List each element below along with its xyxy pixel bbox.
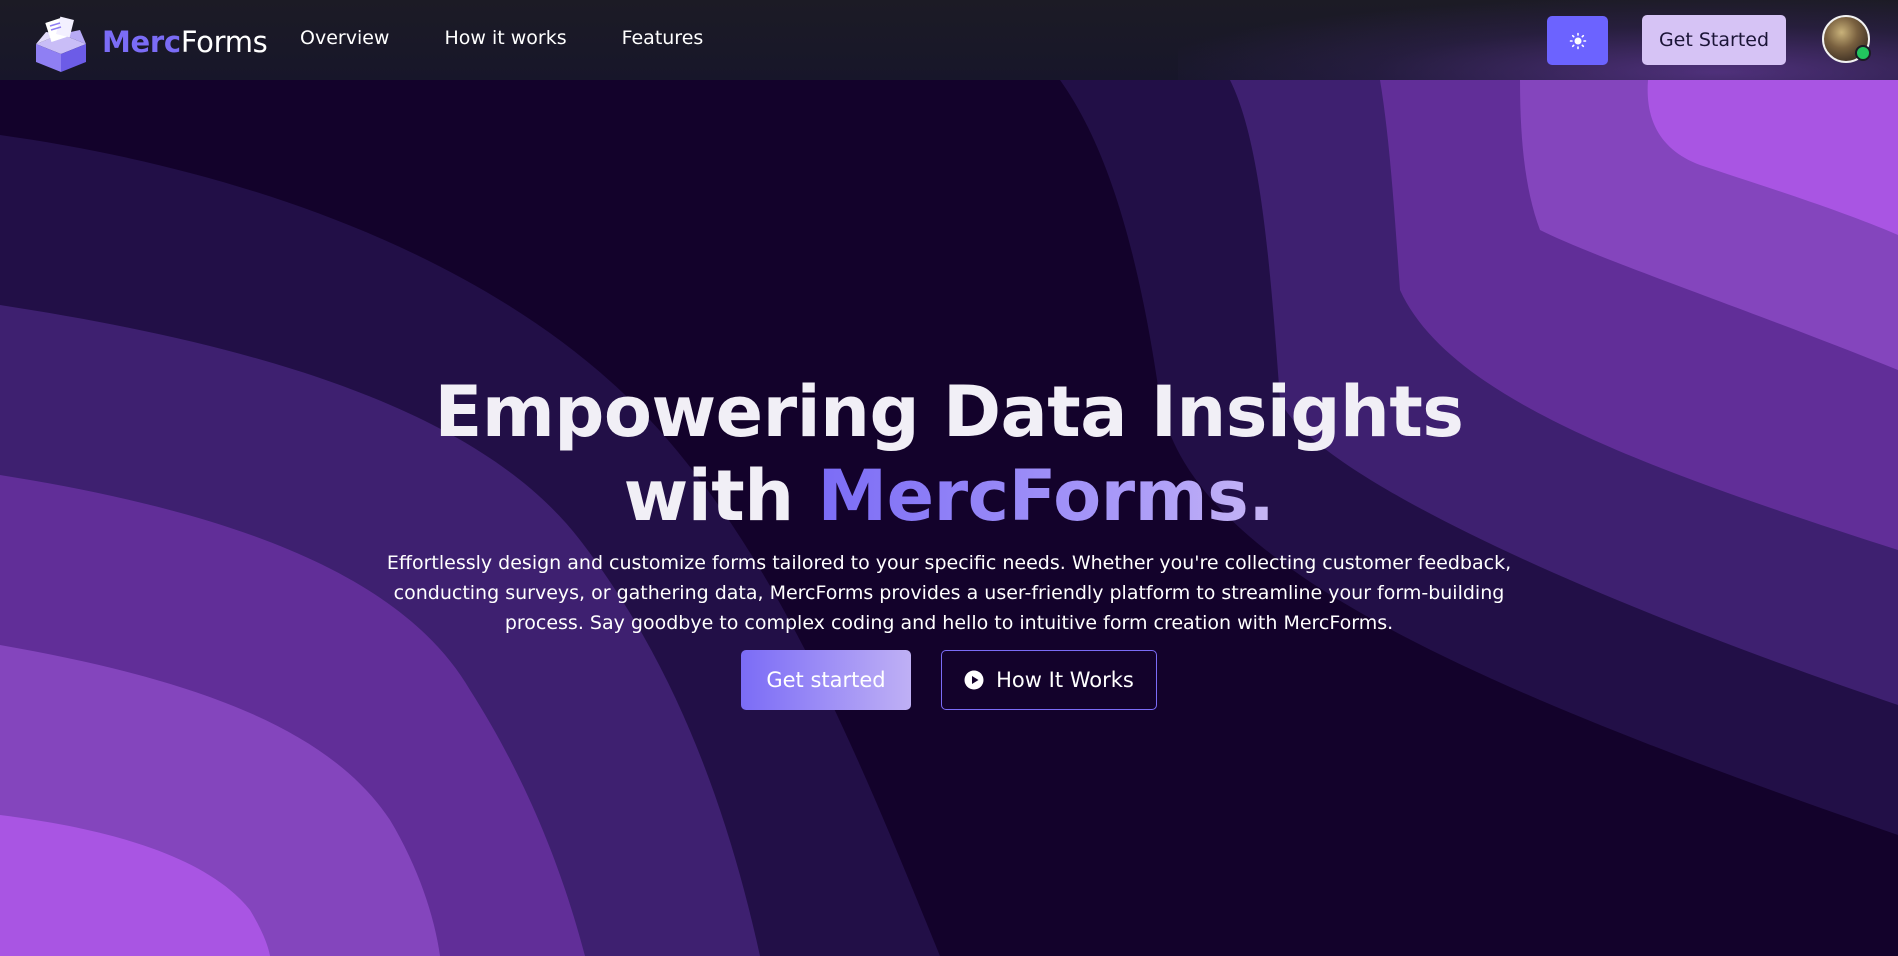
brand-name: MercForms bbox=[102, 25, 268, 59]
brand-home-link[interactable]: MercForms bbox=[32, 12, 268, 72]
nav-link-features[interactable]: Features bbox=[622, 27, 704, 49]
theme-toggle-button[interactable] bbox=[1547, 16, 1608, 65]
sun-icon bbox=[1569, 32, 1586, 49]
how-it-works-button[interactable]: How It Works bbox=[941, 650, 1157, 710]
how-it-works-label: How It Works bbox=[996, 668, 1134, 692]
nav-link-how-it-works[interactable]: How it works bbox=[444, 27, 566, 49]
online-status-dot bbox=[1855, 45, 1871, 61]
hero-buttons: Get started How It Works bbox=[0, 650, 1898, 710]
user-avatar-button[interactable] bbox=[1822, 15, 1871, 63]
hero-description: Effortlessly design and customize forms … bbox=[386, 552, 1512, 634]
nav-link-overview[interactable]: Overview bbox=[300, 27, 389, 49]
top-navbar: MercForms Overview How it works Features… bbox=[0, 0, 1898, 80]
hero-section: Empowering Data Insights with MercForms.… bbox=[0, 370, 1898, 710]
hero-title-line1: Empowering Data Insights bbox=[434, 371, 1464, 453]
hero-title-accent: MercForms. bbox=[817, 455, 1275, 537]
nav-links: Overview How it works Features bbox=[300, 27, 758, 49]
get-started-nav-button[interactable]: Get Started bbox=[1642, 15, 1786, 65]
brand-name-merc: Merc bbox=[102, 25, 181, 59]
get-started-button[interactable]: Get started bbox=[741, 650, 911, 710]
hero-title: Empowering Data Insights with MercForms. bbox=[0, 370, 1898, 538]
navbar-glow bbox=[1178, 0, 1898, 80]
box-logo-icon bbox=[36, 16, 86, 72]
play-circle-icon bbox=[964, 670, 984, 690]
brand-name-forms: Forms bbox=[180, 25, 268, 59]
hero-title-with: with bbox=[623, 455, 818, 537]
